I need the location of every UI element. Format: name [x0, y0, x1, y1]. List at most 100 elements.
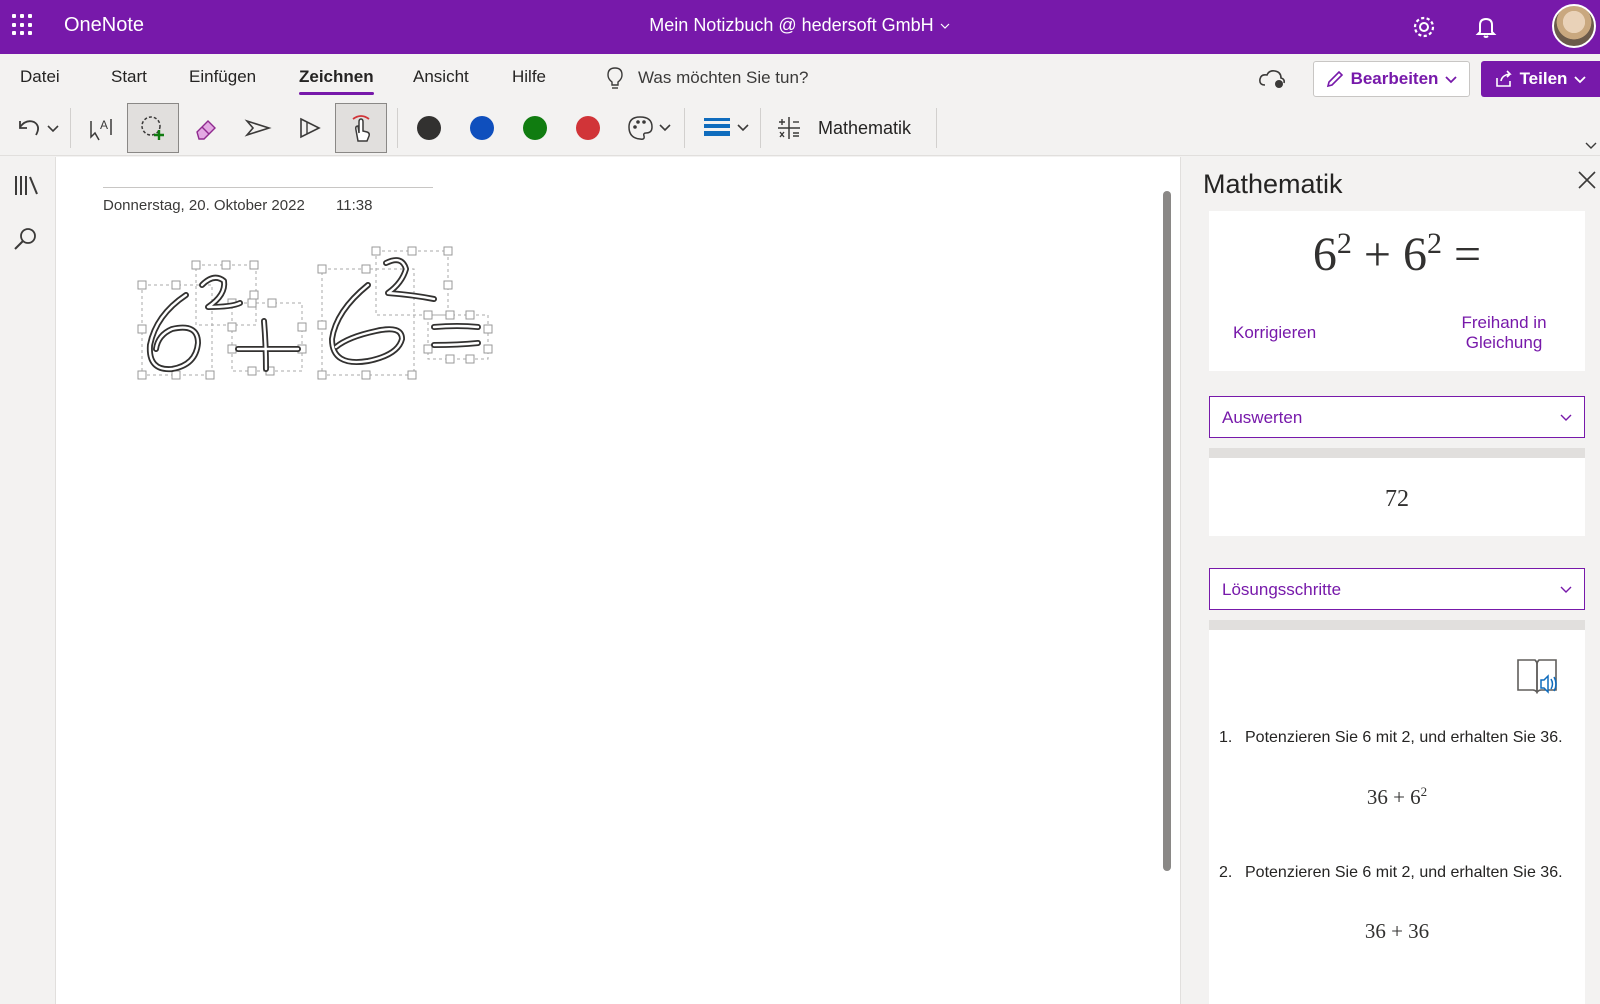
step-text: Potenzieren Sie 6 mit 2, und erhalten Si…: [1245, 729, 1563, 746]
collapse-ribbon-icon[interactable]: [1584, 138, 1598, 152]
eq-base-2: 6: [1403, 228, 1427, 281]
chevron-down-icon[interactable]: [939, 20, 951, 32]
highlighter-icon: [300, 117, 321, 139]
step-equation: 36 + 62: [1209, 784, 1585, 810]
ink-to-shape-tool[interactable]: [335, 103, 387, 153]
toolbar-separator: [397, 108, 398, 148]
sync-cloud-icon[interactable]: [1258, 68, 1286, 90]
step-equation: 36 + 36: [1209, 919, 1585, 944]
red-pen-color[interactable]: [576, 116, 600, 140]
recognized-equation: 62 + 62 =: [1209, 227, 1585, 282]
lasso-add-icon: [141, 116, 164, 140]
math-icon: [778, 117, 800, 139]
eq-exponent-2: 2: [1427, 227, 1442, 260]
share-button-label: Teilen: [1519, 69, 1568, 88]
highlighter-tool[interactable]: [288, 103, 332, 153]
page-date: Donnerstag, 20. Oktober 2022: [103, 197, 305, 214]
draw-toolbar: A Mathematik: [0, 100, 1600, 156]
tab-ansicht[interactable]: Ansicht: [413, 67, 469, 87]
eraser-tool[interactable]: [184, 103, 228, 153]
correct-link[interactable]: Korrigieren: [1233, 323, 1316, 343]
chevron-down-icon: [1445, 76, 1458, 84]
page-time: 11:38: [336, 197, 373, 214]
black-pen-color[interactable]: [417, 116, 441, 140]
tab-hilfe[interactable]: Hilfe: [512, 67, 546, 87]
ink-to-equation-line-2: Gleichung: [1465, 333, 1543, 352]
color-palette-button[interactable]: [626, 103, 674, 153]
pen-icon: [244, 119, 272, 137]
blue-pen-color[interactable]: [470, 116, 494, 140]
step-text: Potenzieren Sie 6 mit 2, und erhalten Si…: [1245, 864, 1563, 881]
ink-to-equation-line-1: Freihand in: [1461, 313, 1547, 332]
step-number: 1.: [1219, 729, 1233, 746]
tell-me-search[interactable]: Was möchten Sie tun?: [606, 66, 808, 90]
undo-button[interactable]: [12, 103, 62, 153]
math-button-label: Mathematik: [818, 117, 912, 138]
step-equation-exponent: 2: [1420, 784, 1428, 799]
eraser-icon: [196, 120, 216, 140]
recognized-equation-card: 62 + 62 = Korrigieren Freihand in Gleich…: [1209, 211, 1585, 371]
pen-tool[interactable]: [236, 103, 280, 153]
notebook-title[interactable]: Mein Notizbuch @ hedersoft GmbH: [0, 15, 1600, 36]
math-panel-title: Mathematik: [1203, 169, 1343, 199]
chevron-down-icon: [1560, 414, 1572, 421]
touch-draw-icon: [352, 115, 370, 142]
step-number: 2.: [1219, 864, 1233, 881]
close-icon[interactable]: [1576, 169, 1598, 191]
step-equation-main: 36 + 36: [1364, 919, 1430, 943]
title-bar: OneNote Mein Notizbuch @ hedersoft GmbH: [0, 0, 1600, 54]
math-button[interactable]: Mathematik: [776, 103, 911, 153]
steps-card: 1. Potenzieren Sie 6 mit 2, und erhalten…: [1209, 630, 1585, 1004]
type-select-tool[interactable]: A: [82, 103, 122, 153]
svg-text:A: A: [100, 118, 108, 132]
eq-exponent-1: 2: [1336, 227, 1352, 260]
lasso-select-tool[interactable]: [127, 103, 179, 153]
toolbar-separator: [70, 108, 71, 148]
notebook-title-text[interactable]: Mein Notizbuch @ hedersoft GmbH: [649, 15, 933, 35]
text-cursor-icon: A: [90, 118, 112, 141]
steps-select-value: Lösungsschritte: [1222, 580, 1342, 599]
chevron-down-icon: [1560, 586, 1572, 593]
pencil-icon: [1326, 70, 1343, 88]
settings-gear-icon[interactable]: [1409, 12, 1439, 42]
notification-bell-icon[interactable]: [1471, 12, 1501, 42]
edit-button[interactable]: Bearbeiten: [1313, 61, 1470, 97]
immersive-reader-icon[interactable]: [1515, 654, 1561, 698]
share-icon: [1495, 70, 1512, 87]
page-title-line[interactable]: [103, 187, 433, 188]
notebooks-library-icon[interactable]: [12, 171, 40, 199]
tab-einfuegen[interactable]: Einfügen: [189, 67, 256, 87]
note-page[interactable]: Donnerstag, 20. Oktober 2022 11:38: [56, 157, 1180, 1004]
user-avatar[interactable]: [1552, 4, 1596, 48]
tab-zeichnen[interactable]: Zeichnen: [299, 67, 374, 95]
tab-start[interactable]: Start: [111, 67, 147, 87]
steps-divider: [1209, 620, 1585, 630]
navigation-rail: [0, 157, 56, 1004]
ink-to-equation-link[interactable]: Freihand in Gleichung: [1429, 313, 1579, 353]
share-button[interactable]: Teilen: [1481, 61, 1600, 97]
undo-icon: [19, 120, 59, 136]
toolbar-separator: [684, 108, 685, 148]
chevron-down-icon: [1574, 76, 1587, 84]
eq-equals: =: [1454, 228, 1482, 281]
edit-button-label: Bearbeiten: [1350, 69, 1439, 88]
lightbulb-icon: [607, 67, 623, 89]
line-thickness-icon: [704, 118, 749, 136]
tab-datei[interactable]: Datei: [20, 67, 60, 87]
action-select[interactable]: Auswerten: [1209, 396, 1585, 438]
toolbar-separator: [760, 108, 761, 148]
action-select-value: Auswerten: [1222, 408, 1303, 427]
page-scrollbar[interactable]: [1163, 191, 1171, 871]
tell-me-placeholder[interactable]: Was möchten Sie tun?: [638, 68, 808, 88]
line-thickness-button[interactable]: [702, 103, 752, 153]
eq-operator: +: [1363, 228, 1391, 281]
eq-base-1: 6: [1312, 228, 1337, 281]
result-card: 72: [1209, 458, 1585, 536]
green-pen-color[interactable]: [523, 116, 547, 140]
search-icon[interactable]: [12, 225, 40, 253]
steps-select[interactable]: Lösungsschritte: [1209, 568, 1585, 610]
result-divider: [1209, 448, 1585, 458]
result-value: 72: [1385, 486, 1409, 512]
handwritten-ink-equation[interactable]: [136, 245, 576, 391]
palette-icon: [628, 116, 671, 140]
